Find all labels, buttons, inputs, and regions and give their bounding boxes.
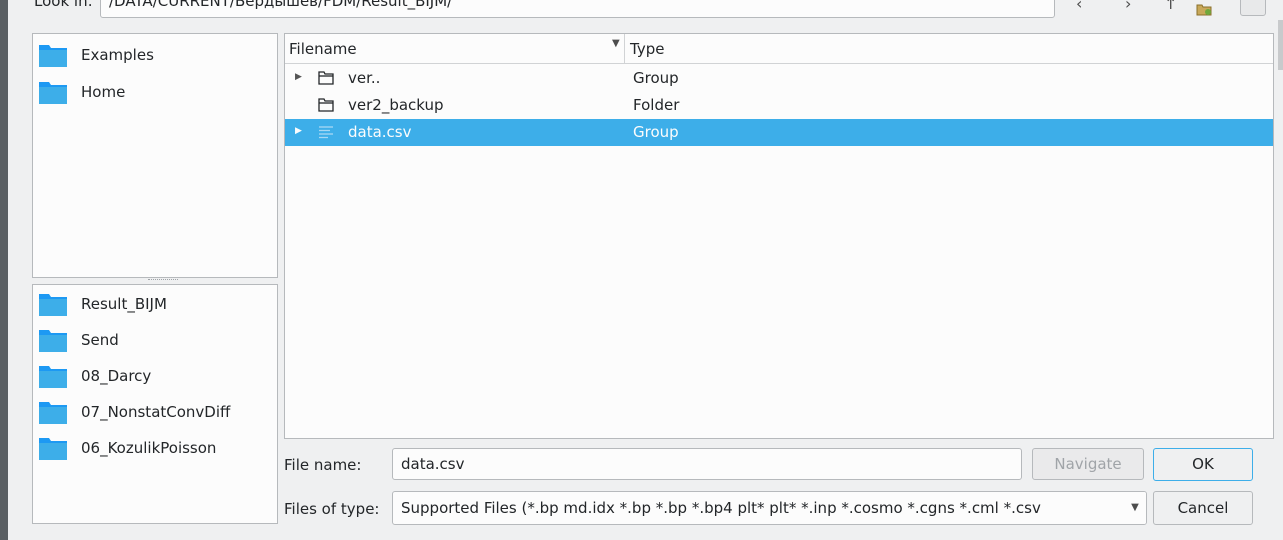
files-of-type-value: Supported Files (*.bp md.idx *.bp *.bp *…: [401, 499, 1041, 517]
folder-icon: [318, 71, 334, 85]
look-in-path: /DATA/CURRENT/Бердышев/FDM/Result_BIJM/: [109, 0, 453, 10]
place-label: Home: [81, 83, 126, 101]
scrollbar[interactable]: [1278, 20, 1283, 70]
files-of-type-label: Files of type:: [284, 500, 380, 518]
look-in-toolbar: Look in: /DATA/CURRENT/Бердышев/FDM/Resu…: [8, 0, 1283, 26]
navigate-button[interactable]: Navigate: [1032, 448, 1144, 480]
file-type: Group: [633, 123, 679, 141]
back-icon[interactable]: ‹: [1076, 0, 1082, 13]
view-mode-button[interactable]: [1240, 0, 1266, 16]
folder-icon: [39, 438, 67, 460]
file-row[interactable]: ▶ ver.. Group: [285, 65, 1273, 92]
sidebar-splitter[interactable]: [148, 279, 178, 281]
place-label: Send: [81, 331, 119, 349]
place-home[interactable]: Home: [39, 77, 275, 107]
recent-07-nonstatconvdiff[interactable]: 07_NonstatConvDiff: [39, 397, 275, 427]
recent-06-kozulikpoisson[interactable]: 06_KozulikPoisson: [39, 433, 275, 463]
sort-indicator-icon: ▼: [612, 38, 620, 49]
parent-directory-icon[interactable]: ↑: [1164, 0, 1177, 13]
recent-places-list: Result_BIJM Send 08_Darcy 07_NonstatConv…: [32, 284, 278, 524]
expand-arrow-icon[interactable]: ▶: [295, 72, 302, 82]
file-type: Folder: [633, 96, 680, 114]
recent-08-darcy[interactable]: 08_Darcy: [39, 361, 275, 391]
column-header-type[interactable]: Type: [630, 40, 664, 58]
file-name: ver2_backup: [348, 96, 444, 114]
column-divider[interactable]: [624, 34, 625, 63]
folder-icon: [318, 98, 334, 112]
file-row-selected[interactable]: ▶ data.csv Group: [285, 119, 1273, 146]
place-label: 08_Darcy: [81, 367, 152, 385]
ok-button[interactable]: OK: [1153, 448, 1253, 481]
look-in-label: Look in:: [34, 0, 93, 10]
expand-arrow-icon[interactable]: ▶: [295, 126, 302, 136]
place-label: 06_KozulikPoisson: [81, 439, 217, 457]
file-name-label: File name:: [284, 456, 362, 474]
folder-icon: [39, 294, 67, 316]
file-name: ver..: [348, 69, 381, 87]
file-list-header: Filename ▼ Type: [285, 34, 1273, 64]
text-file-icon: [319, 126, 333, 139]
folder-icon: [39, 330, 67, 352]
cancel-button[interactable]: Cancel: [1153, 491, 1253, 525]
recent-send[interactable]: Send: [39, 325, 275, 355]
new-folder-icon[interactable]: [1196, 2, 1212, 16]
files-of-type-combo[interactable]: Supported Files (*.bp md.idx *.bp *.bp *…: [392, 491, 1147, 525]
file-list[interactable]: Filename ▼ Type ▶ ver.. Group ver2_backu…: [284, 33, 1274, 439]
file-dialog: Look in: /DATA/CURRENT/Бердышев/FDM/Resu…: [8, 0, 1283, 540]
recent-result-bijm[interactable]: Result_BIJM: [39, 289, 275, 319]
folder-icon: [39, 402, 67, 424]
place-label: 07_NonstatConvDiff: [81, 403, 231, 421]
folder-icon: [39, 366, 67, 388]
forward-icon[interactable]: ›: [1125, 0, 1131, 13]
place-examples[interactable]: Examples: [39, 40, 275, 70]
folder-icon: [39, 45, 67, 67]
place-label: Examples: [81, 46, 154, 64]
file-name: data.csv: [348, 123, 412, 141]
file-name-input[interactable]: [392, 448, 1022, 480]
look-in-combo[interactable]: /DATA/CURRENT/Бердышев/FDM/Result_BIJM/: [100, 0, 1055, 18]
place-label: Result_BIJM: [81, 295, 167, 313]
places-sidebar: Examples Home: [32, 33, 278, 278]
folder-icon: [39, 82, 67, 104]
column-header-filename[interactable]: Filename: [289, 40, 357, 58]
file-row[interactable]: ver2_backup Folder: [285, 92, 1273, 119]
file-type: Group: [633, 69, 679, 87]
chevron-down-icon[interactable]: ▼: [1124, 492, 1146, 524]
